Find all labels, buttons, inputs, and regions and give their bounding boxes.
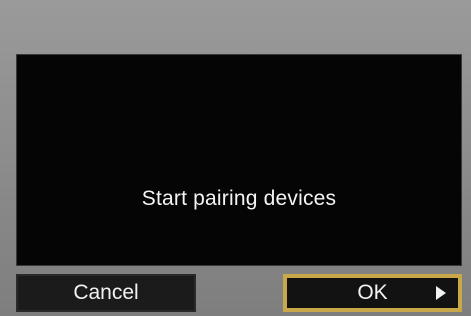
cancel-button[interactable]: Cancel: [16, 274, 196, 312]
arrow-right-icon: [436, 286, 446, 300]
camera-screen: Start pairing devices Cancel OK: [0, 0, 471, 316]
pairing-dialog: Start pairing devices: [16, 54, 462, 266]
dialog-message: Start pairing devices: [141, 187, 337, 210]
cancel-button-label: Cancel: [73, 281, 139, 304]
ok-button-label: OK: [357, 281, 388, 304]
ok-button[interactable]: OK: [283, 274, 462, 312]
dialog-buttons: Cancel OK: [16, 274, 462, 312]
